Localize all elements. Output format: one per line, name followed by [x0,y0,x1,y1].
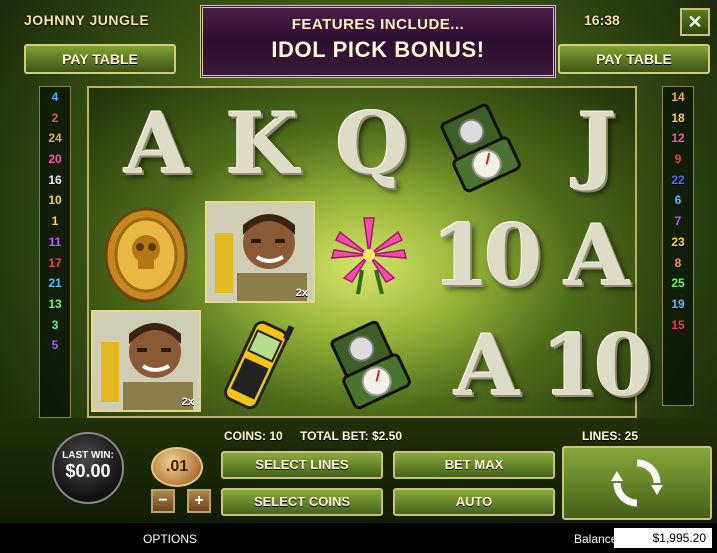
payline-number[interactable]: 17 [40,253,70,274]
johnny-jungle-wild-symbol: 2x [205,201,315,303]
payline-number[interactable]: 22 [663,170,693,191]
payline-number[interactable]: 14 [663,87,693,108]
auto-button[interactable]: AUTO [393,488,555,516]
game-window: JOHNNY JUNGLE 16:38 ✕ PAY TABLE PAY TABL… [0,0,717,553]
payline-number[interactable]: 21 [40,273,70,294]
gold-coin-icon [91,200,201,310]
reel-area: A K Q J 2x 10 A 2x A 10 [87,86,652,420]
options-link[interactable]: OPTIONS [143,532,197,546]
close-button[interactable]: ✕ [680,8,710,36]
balance-label: Balance [574,532,618,546]
balance-value: $1,995.20 [614,528,712,548]
symbol-q: Q [335,93,408,193]
increase-coin-button[interactable]: + [187,489,211,513]
spin-arrows-icon [611,459,663,507]
payline-number[interactable]: 13 [40,294,70,315]
payline-number[interactable]: 12 [663,128,693,149]
symbol-a: A [124,93,189,193]
walkie-talkie-icon [201,310,311,420]
payline-number[interactable]: 20 [40,149,70,170]
payline-number[interactable]: 8 [663,253,693,274]
payline-number[interactable]: 24 [40,128,70,149]
lotus-flower-icon [314,200,424,310]
last-win-label: LAST WIN: [62,450,114,461]
symbol-k: K [225,93,298,193]
payline-number[interactable]: 11 [40,232,70,253]
payline-number[interactable]: 4 [40,87,70,108]
payline-number[interactable]: 1 [40,211,70,232]
last-win-display: LAST WIN: $0.00 [52,432,124,504]
payline-indicators-right: 14 18 12 9 22 6 7 23 8 25 19 15 [662,86,694,406]
payline-number[interactable]: 16 [40,170,70,191]
game-title: JOHNNY JUNGLE [24,12,150,28]
spin-button[interactable] [562,446,712,520]
banner-line-1: FEATURES INCLUDE... [291,16,465,33]
bet-max-button[interactable]: BET MAX [393,451,555,479]
feature-banner: FEATURES INCLUDE... IDOL PICK BONUS! [200,5,556,78]
payline-number[interactable]: 5 [40,335,70,356]
decrease-coin-button[interactable]: − [151,489,175,513]
pay-table-button-right[interactable]: PAY TABLE [558,44,710,74]
clock: 16:38 [584,12,620,28]
compass-icon [424,93,534,203]
payline-number[interactable]: 6 [663,190,693,211]
select-lines-button[interactable]: SELECT LINES [221,451,383,479]
multiplier-label: 2x [295,287,308,299]
last-win-value: $0.00 [65,461,111,481]
symbol-10: 10 [431,205,543,305]
compass-icon [314,310,424,420]
symbol-a: A [564,205,629,305]
payline-indicators-left: 4 2 24 20 16 10 1 11 17 21 13 3 5 [39,86,71,418]
payline-number[interactable]: 18 [663,108,693,129]
payline-number[interactable]: 10 [40,190,70,211]
payline-number[interactable]: 2 [40,108,70,129]
pay-table-button-left[interactable]: PAY TABLE [24,44,176,74]
coin-value-display: .01 [151,447,203,487]
payline-number[interactable]: 19 [663,294,693,315]
coins-label: COINS: 10 [224,429,283,443]
payline-number[interactable]: 7 [663,211,693,232]
payline-number[interactable]: 3 [40,315,70,336]
multiplier-label: 2x [181,396,194,408]
symbol-j: J [577,93,617,193]
payline-number[interactable]: 9 [663,149,693,170]
banner-line-2: IDOL PICK BONUS! [271,37,485,62]
lines-label: LINES: 25 [582,429,639,443]
total-bet-label: TOTAL BET: $2.50 [300,429,403,443]
symbol-a: A [454,315,519,415]
select-coins-button[interactable]: SELECT COINS [221,488,383,516]
payline-number[interactable]: 25 [663,273,693,294]
close-icon: ✕ [687,12,703,32]
payline-number[interactable]: 23 [663,232,693,253]
johnny-jungle-wild-symbol: 2x [91,310,201,412]
payline-number[interactable]: 15 [663,315,693,336]
symbol-10: 10 [541,315,653,415]
